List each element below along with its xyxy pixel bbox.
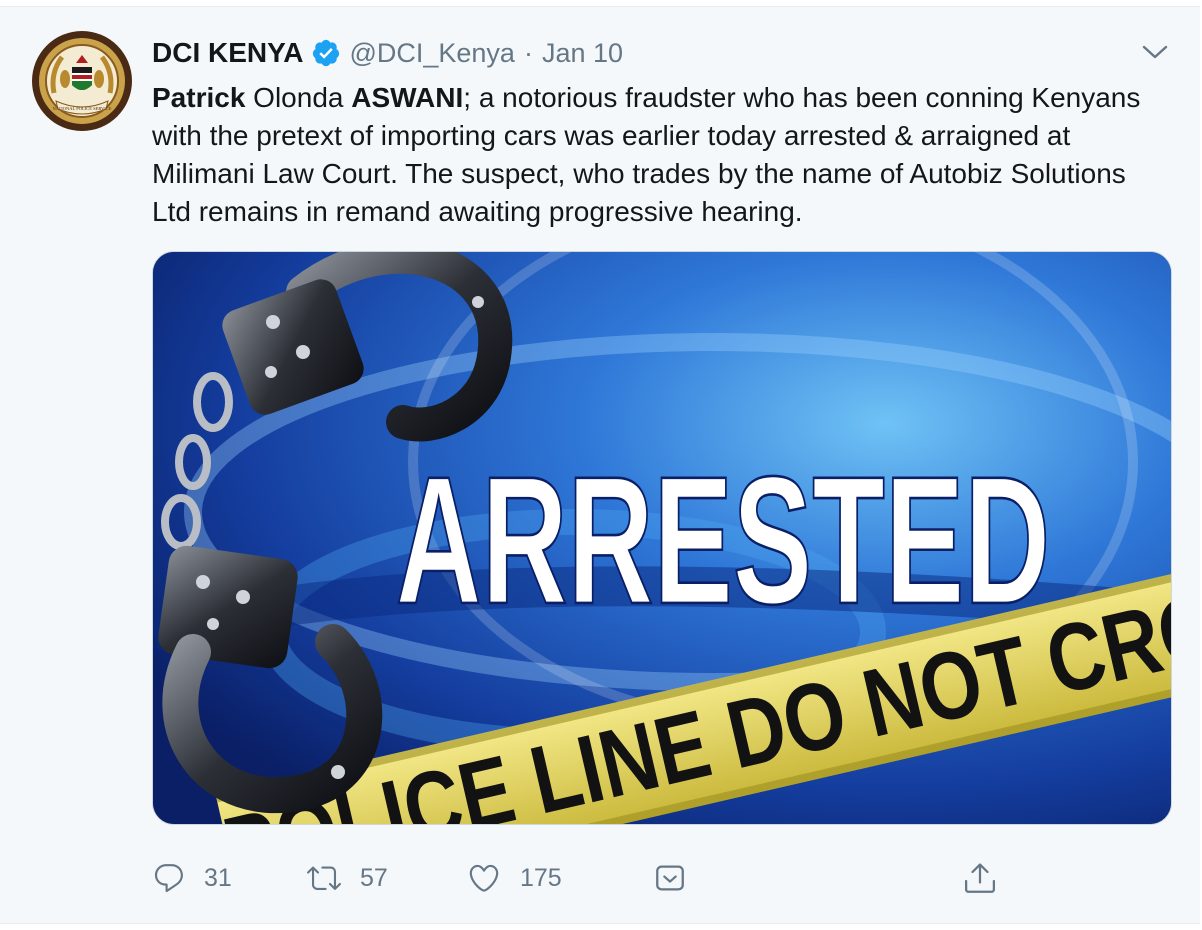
tweet-text: Patrick Olonda ASWANI; a notorious fraud… bbox=[152, 79, 1162, 231]
like-count: 175 bbox=[520, 863, 562, 892]
like-button[interactable]: 175 bbox=[466, 853, 562, 903]
avatar-seal-text: NATIONAL POLICE SERVICE bbox=[53, 106, 112, 111]
tweet[interactable]: NATIONAL POLICE SERVICE DCI KENYA @DCI_K… bbox=[0, 6, 1200, 924]
tweet-header: DCI KENYA @DCI_Kenya · Jan 10 bbox=[152, 33, 623, 73]
share-icon bbox=[965, 863, 995, 893]
verified-icon bbox=[313, 39, 340, 67]
arrested-graphic: POLICE LINE DO NOT CROSS bbox=[153, 252, 1171, 824]
retweet-count: 57 bbox=[360, 863, 388, 892]
header-separator: · bbox=[523, 37, 533, 68]
reply-count: 31 bbox=[204, 863, 232, 892]
reply-icon bbox=[154, 864, 183, 893]
retweet-icon bbox=[307, 866, 341, 890]
like-icon bbox=[469, 864, 499, 892]
share-button[interactable] bbox=[962, 853, 998, 903]
police-seal-logo: NATIONAL POLICE SERVICE bbox=[33, 32, 131, 130]
retweet-button[interactable]: 57 bbox=[306, 853, 388, 903]
tweet-text-middle-name: Olonda bbox=[245, 82, 352, 113]
arrested-headline: ARRESTED bbox=[396, 438, 1051, 642]
tweet-text-bold-first-name[interactable]: Patrick bbox=[152, 82, 245, 113]
tweet-text-bold-surname[interactable]: ASWANI bbox=[351, 82, 463, 113]
tweet-actions: 31 57 175 bbox=[152, 853, 1170, 903]
dm-button[interactable] bbox=[652, 853, 688, 903]
tweet-date[interactable]: Jan 10 bbox=[542, 38, 623, 69]
chevron-down-icon[interactable] bbox=[1140, 39, 1170, 65]
user-handle[interactable]: @DCI_Kenya bbox=[349, 38, 514, 69]
reply-button[interactable]: 31 bbox=[152, 853, 232, 903]
avatar[interactable]: NATIONAL POLICE SERVICE bbox=[32, 31, 132, 131]
dm-icon bbox=[656, 865, 684, 891]
display-name[interactable]: DCI KENYA bbox=[152, 37, 303, 69]
tweet-media-image[interactable]: POLICE LINE DO NOT CROSS bbox=[152, 251, 1172, 825]
